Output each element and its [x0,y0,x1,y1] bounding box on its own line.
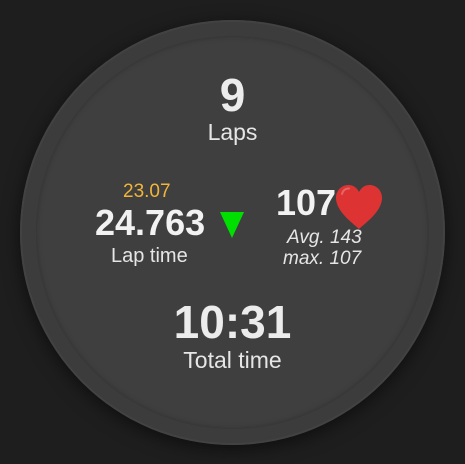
best-lap-time: 23.07 [123,181,171,202]
laps-label: Laps [207,119,258,145]
total-time-label: Total time [183,347,282,373]
heart-rate-value: 107 [276,182,337,223]
laps-count: 9 [219,69,246,121]
current-lap-time: 24.763 [95,202,206,243]
heart-rate-max: max. 107 [283,248,362,269]
total-time-value: 10:31 [173,296,292,348]
down-triangle-icon [220,212,244,238]
watch-screen: 9 Laps 23.07 24.763 Lap time 107 Avg. 14… [0,0,465,464]
heart-icon [336,185,382,229]
heart-rate-average: Avg. 143 [287,227,362,248]
lap-time-label: Lap time [111,245,188,267]
